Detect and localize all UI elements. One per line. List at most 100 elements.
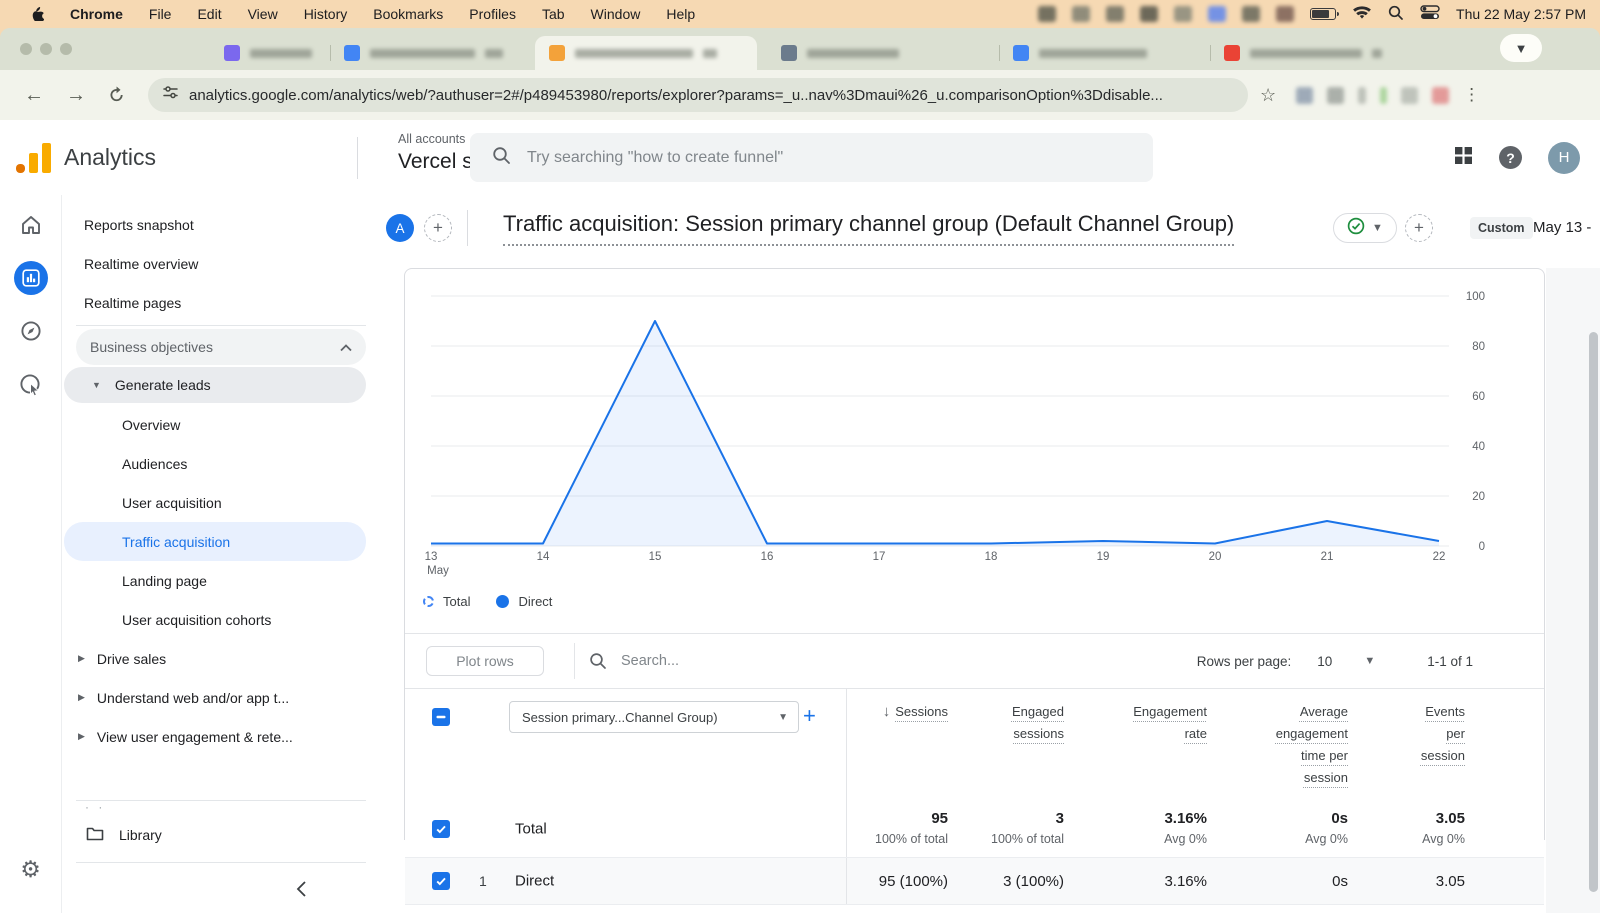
browser-tab[interactable]: [999, 36, 1194, 70]
account-avatar[interactable]: H: [1548, 142, 1580, 174]
add-comparison-button[interactable]: +: [424, 214, 452, 242]
menubar-bookmarks[interactable]: Bookmarks: [373, 6, 443, 22]
add-dimension-icon[interactable]: +: [803, 703, 816, 729]
column-header-engaged-sessions[interactable]: Engaged sessions: [948, 689, 1064, 801]
extension-icon[interactable]: [1380, 87, 1387, 104]
ga-search-bar[interactable]: Try searching "how to create funnel": [470, 133, 1153, 182]
spotlight-search-icon[interactable]: [1388, 5, 1404, 24]
table-row-direct[interactable]: 1 Direct 95 (100%) 3 (100%) 3.16% 0s 3.0…: [405, 857, 1544, 905]
close-window-button[interactable]: [20, 43, 32, 55]
address-bar[interactable]: analytics.google.com/analytics/web/?auth…: [148, 78, 1248, 112]
menubar-window[interactable]: Window: [591, 6, 641, 22]
home-icon[interactable]: [19, 213, 43, 242]
sidebar-item-library[interactable]: Library: [62, 814, 380, 856]
minimize-window-button[interactable]: [40, 43, 52, 55]
reload-button[interactable]: [108, 85, 126, 106]
menubar-profiles[interactable]: Profiles: [469, 6, 516, 22]
sidebar-item-realtime-overview[interactable]: Realtime overview: [62, 244, 380, 283]
row-checkbox-checked[interactable]: [432, 872, 450, 890]
collapse-sidebar-icon[interactable]: [294, 880, 310, 901]
forward-button[interactable]: →: [66, 85, 86, 105]
tab-search-chevron-button[interactable]: ▼: [1500, 34, 1542, 62]
status-app-icon[interactable]: [1038, 6, 1056, 22]
analytics-logo-icon[interactable]: [16, 141, 54, 175]
chrome-menu-icon[interactable]: ⋮: [1463, 85, 1480, 105]
battery-icon[interactable]: [1310, 8, 1336, 20]
scrollbar-thumb[interactable]: [1589, 332, 1598, 892]
sidebar-item-realtime-pages[interactable]: Realtime pages: [62, 283, 380, 322]
menubar-edit[interactable]: Edit: [197, 6, 221, 22]
menubar-view[interactable]: View: [248, 6, 278, 22]
column-header-engagement-rate[interactable]: Engagement rate: [1064, 689, 1207, 801]
status-app-icon[interactable]: [1208, 6, 1226, 22]
section-drive-sales[interactable]: ▶Drive sales: [62, 639, 380, 678]
report-status-dropdown[interactable]: ▼: [1333, 213, 1397, 243]
status-app-icon[interactable]: [1276, 6, 1294, 22]
diagnostics-grid-icon[interactable]: [1454, 146, 1473, 170]
status-app-icon[interactable]: [1174, 6, 1192, 22]
workspace-avatar[interactable]: A: [386, 214, 414, 242]
breadcrumb-all-accounts[interactable]: All accounts: [398, 132, 465, 146]
admin-gear-icon[interactable]: ⚙: [20, 856, 41, 883]
rows-per-page-value[interactable]: 10: [1317, 654, 1332, 669]
chevron-down-icon[interactable]: ▼: [1364, 655, 1375, 667]
report-title[interactable]: Traffic acquisition: Session primary cha…: [503, 211, 1234, 246]
extension-icon[interactable]: [1358, 87, 1366, 104]
date-range-picker[interactable]: May 13 -: [1533, 219, 1591, 236]
table-search[interactable]: Search...: [589, 652, 679, 670]
site-settings-icon[interactable]: [162, 84, 179, 106]
row-checkbox-checked[interactable]: [432, 820, 450, 838]
help-icon[interactable]: ?: [1499, 146, 1522, 169]
browser-tab[interactable]: [330, 36, 535, 70]
status-app-icon[interactable]: [1242, 6, 1260, 22]
section-understand-web-app[interactable]: ▶Understand web and/or app t...: [62, 678, 380, 717]
plot-rows-button[interactable]: Plot rows: [426, 646, 544, 676]
product-name[interactable]: Analytics: [64, 144, 156, 171]
sidebar-item-landing-page[interactable]: Landing page: [62, 561, 380, 600]
section-generate-leads[interactable]: ▼ Generate leads: [64, 367, 366, 403]
section-view-user-engagement[interactable]: ▶View user engagement & rete...: [62, 717, 380, 756]
column-header-sessions[interactable]: ↓Sessions: [846, 689, 948, 801]
select-all-checkbox-indeterminate[interactable]: [432, 708, 450, 726]
profile-avatar-icon[interactable]: [1432, 87, 1449, 104]
sidebar-item-reports-snapshot[interactable]: Reports snapshot: [62, 205, 380, 244]
url-text[interactable]: analytics.google.com/analytics/web/?auth…: [189, 87, 1163, 104]
status-app-icon[interactable]: [1140, 6, 1158, 22]
legend-direct[interactable]: Direct: [496, 594, 552, 609]
menubar-tab[interactable]: Tab: [542, 6, 565, 22]
advertising-icon[interactable]: [18, 372, 44, 403]
menubar-history[interactable]: History: [304, 6, 348, 22]
legend-total[interactable]: Total: [423, 594, 470, 609]
menubar-app-chrome[interactable]: Chrome: [70, 6, 123, 22]
menubar-clock[interactable]: Thu 22 May 2:57 PM: [1456, 6, 1586, 22]
status-app-icon[interactable]: [1106, 6, 1124, 22]
add-report-button[interactable]: +: [1405, 214, 1433, 242]
back-button[interactable]: ←: [24, 85, 44, 105]
column-header-events-per-session[interactable]: Events per session: [1348, 689, 1465, 801]
window-controls[interactable]: [20, 43, 72, 55]
collection-business-objectives[interactable]: Business objectives: [76, 329, 366, 365]
control-center-icon[interactable]: [1420, 5, 1440, 23]
sidebar-item-audiences[interactable]: Audiences: [62, 444, 380, 483]
extension-icon[interactable]: [1296, 87, 1313, 104]
zoom-window-button[interactable]: [60, 43, 72, 55]
browser-tab[interactable]: [767, 36, 967, 70]
extension-icon[interactable]: [1327, 87, 1344, 104]
bookmark-star-icon[interactable]: ☆: [1260, 85, 1276, 106]
browser-tab[interactable]: [1210, 36, 1435, 70]
status-app-icon[interactable]: [1072, 6, 1090, 22]
browser-tab[interactable]: [210, 36, 330, 70]
apple-menu-icon[interactable]: [30, 5, 44, 24]
sidebar-item-traffic-acquisition-selected[interactable]: Traffic acquisition: [64, 522, 366, 561]
sidebar-item-user-acquisition-cohorts[interactable]: User acquisition cohorts: [62, 600, 380, 639]
sidebar-item-overview[interactable]: Overview: [62, 405, 380, 444]
browser-tab-active[interactable]: [535, 36, 757, 70]
sidebar-item-user-acquisition[interactable]: User acquisition: [62, 483, 380, 522]
explore-icon[interactable]: [19, 319, 43, 348]
reports-icon-selected[interactable]: [14, 261, 48, 295]
menubar-file[interactable]: File: [149, 6, 172, 22]
dimension-dropdown[interactable]: Session primary...Channel Group) ▼: [509, 701, 799, 733]
wifi-icon[interactable]: [1352, 5, 1372, 23]
column-header-avg-engagement-time[interactable]: Average engagement time per session: [1207, 689, 1348, 801]
menubar-help[interactable]: Help: [666, 6, 695, 22]
